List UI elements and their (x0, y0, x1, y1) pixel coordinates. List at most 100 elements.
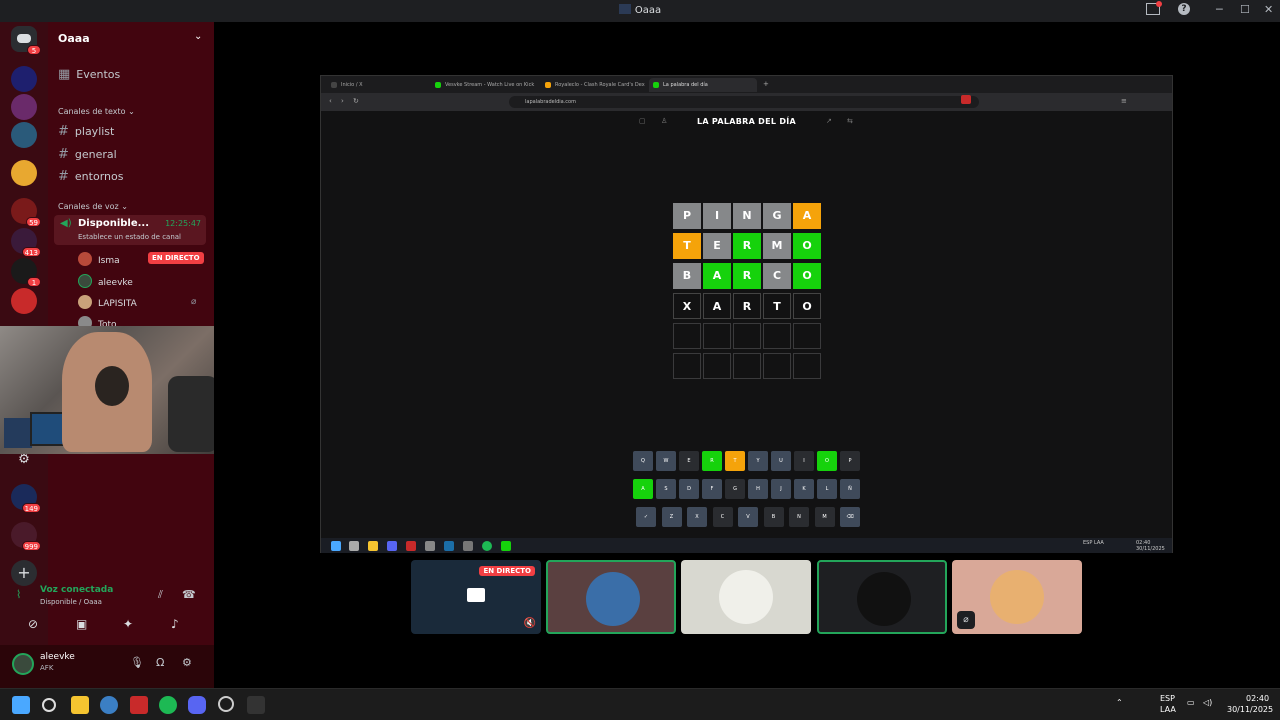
tile-dark[interactable] (817, 560, 947, 634)
text-category[interactable]: Canales de texto ⌄ (58, 107, 135, 116)
tile-cat[interactable]: ⌀ (952, 560, 1082, 634)
server-icon-yellow[interactable] (11, 160, 37, 186)
network-icon[interactable]: ▭ (1187, 698, 1195, 707)
keyboard-key[interactable]: H (748, 479, 768, 499)
server-icon-navy[interactable]: 149 (11, 484, 41, 513)
keyboard-key[interactable]: V (738, 507, 758, 527)
channel-general[interactable]: # general (58, 147, 117, 162)
region-label[interactable]: LAA (1160, 705, 1176, 714)
user-avatar[interactable] (12, 653, 34, 675)
browser-tab-active[interactable]: La palabra del día (649, 78, 757, 92)
keyboard-key[interactable]: W (656, 451, 676, 471)
windows-start-icon[interactable] (12, 696, 30, 714)
server-icon-crimson[interactable] (11, 288, 37, 314)
keyboard-key[interactable]: Q (633, 451, 653, 471)
mute-stream-icon[interactable]: 🔇 (524, 618, 536, 629)
brave-shield-icon[interactable] (961, 95, 971, 104)
keyboard-key[interactable]: ✓ (636, 507, 656, 527)
keyboard-key[interactable]: L (817, 479, 837, 499)
server-icon-blue[interactable] (11, 66, 37, 92)
voice-channel-status[interactable]: Establece un estado de canal (78, 233, 181, 241)
headphones-icon[interactable]: Ω (156, 656, 164, 669)
game-app-icon[interactable] (247, 696, 265, 714)
keyboard-key[interactable]: D (679, 479, 699, 499)
server-icon-black[interactable]: 1 (11, 258, 41, 287)
voice-connected-label[interactable]: Voz conectada (40, 585, 113, 595)
microphone-icon[interactable]: 🎙 (130, 656, 144, 669)
tile-pingu[interactable] (681, 560, 811, 634)
obs-icon[interactable] (218, 696, 234, 712)
maximize-button[interactable]: ☐ (1240, 3, 1250, 16)
settings-gear-icon[interactable]: ⚙ (182, 656, 192, 669)
activities-icon[interactable]: ✦ (123, 617, 133, 631)
server-icon-dark[interactable]: 413 (11, 228, 41, 257)
keyboard-key[interactable]: U (771, 451, 791, 471)
voice-category[interactable]: Canales de voz ⌄ (58, 202, 128, 211)
keyboard-key[interactable]: Ñ (840, 479, 860, 499)
language-label[interactable]: ESP (1160, 694, 1175, 703)
browser-tab[interactable]: Royaleclo - Clash Royale Card's Dex (541, 78, 645, 92)
channel-entornos[interactable]: # entornos (58, 169, 123, 184)
keyboard-key[interactable]: K (794, 479, 814, 499)
server-icon-teal[interactable] (11, 122, 37, 148)
camera-off-icon[interactable]: ⊘ (28, 617, 38, 631)
keyboard-key[interactable]: A (633, 479, 653, 499)
reload-icon[interactable]: ↻ (353, 97, 359, 105)
address-bar[interactable]: lapalabradeldia.com (509, 96, 979, 108)
back-icon[interactable]: ‹ (329, 97, 332, 105)
keyboard-key[interactable]: E (679, 451, 699, 471)
browser-tab[interactable]: Inicio / X (327, 78, 425, 92)
browser-menu-icon[interactable]: ≡ (1121, 97, 1127, 105)
screen-share-icon[interactable]: ▣ (76, 617, 87, 631)
shared-screen-browser[interactable]: Inicio / X Vesvke Stream - Watch Live on… (320, 75, 1173, 553)
settings-icon[interactable]: ⇆ (847, 117, 853, 125)
keyboard-key[interactable]: R (702, 451, 722, 471)
close-button[interactable]: ✕ (1264, 3, 1273, 16)
volume-icon[interactable]: ◁) (1203, 698, 1212, 707)
inbox-icon[interactable] (1146, 1, 1162, 15)
soundboard-icon[interactable]: ♪ (171, 617, 179, 631)
disconnect-icon[interactable]: ☎ (182, 588, 196, 601)
settings-icon[interactable] (100, 696, 118, 714)
keyboard-key[interactable]: Y (748, 451, 768, 471)
chevron-down-icon[interactable]: ⌄ (194, 31, 202, 42)
clock-date[interactable]: 30/11/2025 (1227, 705, 1273, 714)
server-icon-red[interactable]: 59 (11, 198, 41, 227)
keyboard-key[interactable]: J (771, 479, 791, 499)
forward-icon[interactable]: › (341, 97, 344, 105)
voice-user-aleevke[interactable]: aleevke (78, 274, 133, 288)
keyboard-key[interactable]: ⌫ (840, 507, 860, 527)
signal-icon[interactable]: ⌇ (16, 588, 21, 601)
new-tab-icon[interactable]: + (763, 80, 769, 88)
channel-playlist[interactable]: # playlist (58, 124, 114, 139)
user-name[interactable]: aleevke (40, 652, 75, 662)
keyboard-key[interactable]: M (814, 507, 835, 527)
file-explorer-icon[interactable] (71, 696, 89, 714)
keyboard-key[interactable]: X (687, 507, 707, 527)
minimize-button[interactable]: ─ (1216, 3, 1223, 16)
keyboard-key[interactable]: G (725, 479, 745, 499)
direct-messages-icon[interactable]: 5 (11, 26, 41, 55)
bot-icon[interactable]: ⚙ (11, 452, 37, 478)
search-icon[interactable] (42, 698, 56, 712)
keyboard-key[interactable]: I (794, 451, 814, 471)
keyboard-key[interactable]: S (656, 479, 676, 499)
help-icon[interactable]: ? (1178, 3, 1190, 15)
stream-tile-isma[interactable]: EN DIRECTO 🔇 (411, 560, 541, 634)
spotify-icon[interactable] (159, 696, 177, 714)
voice-user-lapisita[interactable]: LAPISITA (78, 295, 137, 309)
discord-icon[interactable] (188, 696, 206, 714)
keyboard-key[interactable]: Z (661, 507, 682, 527)
keyboard-key[interactable]: F (702, 479, 722, 499)
keyboard-key[interactable]: T (725, 451, 745, 471)
server-name[interactable]: Oaaa (58, 32, 90, 45)
server-icon-purple[interactable] (11, 94, 37, 120)
events-item[interactable]: ▦ Eventos (58, 67, 120, 82)
brave-icon[interactable] (130, 696, 148, 714)
share-icon[interactable]: ↗ (826, 117, 832, 125)
keyboard-key[interactable]: C (712, 507, 733, 527)
server-icon-maroon[interactable]: 999 (11, 522, 41, 551)
keyboard-key[interactable]: N (789, 507, 809, 527)
voice-channel-disponible[interactable]: ◀) Disponible... 12:25:47 Establece un e… (54, 215, 206, 245)
voice-user-isma[interactable]: Isma (78, 252, 120, 266)
